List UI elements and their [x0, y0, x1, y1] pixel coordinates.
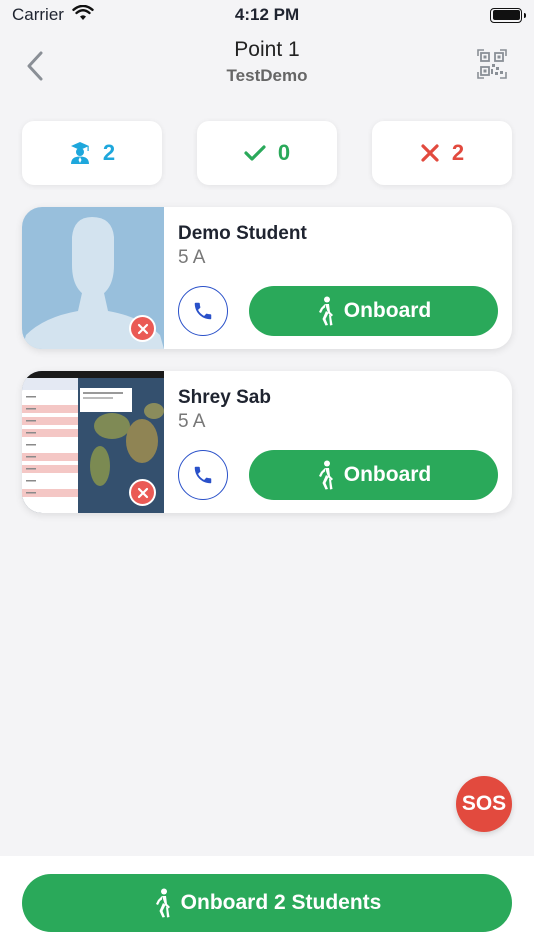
page-subtitle: TestDemo: [226, 66, 308, 85]
stat-absent-value: 2: [451, 140, 465, 165]
onboard-all-button[interactable]: Onboard 2 Students: [22, 874, 512, 932]
student-graduate-icon: [70, 142, 89, 164]
stats-row: 2 0 2: [22, 121, 512, 185]
student-name: Shrey Sab: [178, 387, 271, 408]
walking-icon: [318, 296, 333, 326]
onboard-label: Onboard: [343, 299, 432, 322]
onboard-button[interactable]: Onboard: [249, 450, 498, 500]
call-button[interactable]: [178, 450, 228, 500]
page-title: Point 1: [234, 38, 300, 61]
stat-absent[interactable]: 2: [372, 121, 512, 185]
student-name: Demo Student: [178, 223, 307, 244]
clock: 4:12 PM: [234, 5, 300, 24]
header: Point 1 TestDemo: [0, 36, 534, 96]
phone-icon: [194, 466, 212, 484]
stat-onboarded-value: 0: [277, 140, 291, 165]
walking-icon: [155, 888, 170, 918]
battery-icon: [490, 7, 526, 23]
status-left: Carrier: [12, 4, 162, 26]
onboard-button[interactable]: Onboard: [249, 286, 498, 336]
student-card: Demo Student 5 A Onboard: [22, 207, 512, 349]
wifi-icon: [72, 4, 94, 26]
phone-icon: [194, 302, 212, 320]
onboard-all-label: Onboard 2 Students: [180, 891, 382, 914]
checkmark-icon: [244, 145, 266, 161]
qr-code-icon: [477, 49, 507, 79]
student-class: 5 A: [178, 247, 206, 268]
call-button[interactable]: [178, 286, 228, 336]
sos-button[interactable]: SOS: [456, 776, 512, 832]
stat-total-value: 2: [102, 140, 116, 165]
remove-student-button[interactable]: [129, 479, 156, 506]
walking-icon: [318, 460, 333, 490]
status-right: [372, 7, 526, 23]
carrier-label: Carrier: [12, 5, 64, 24]
qr-scan-button[interactable]: [476, 48, 508, 80]
bottom-bar: Onboard 2 Students: [0, 856, 534, 950]
student-card: Shrey Sab 5 A Onboard: [22, 371, 512, 513]
remove-student-button[interactable]: [129, 315, 156, 342]
title-block: Point 1 TestDemo: [0, 38, 534, 86]
status-bar: Carrier 4:12 PM: [0, 0, 534, 30]
close-icon: [137, 487, 148, 498]
x-icon: [421, 144, 439, 162]
student-class: 5 A: [178, 411, 206, 432]
close-icon: [137, 323, 148, 334]
stat-onboarded[interactable]: 0: [197, 121, 337, 185]
stat-total-students[interactable]: 2: [22, 121, 162, 185]
onboard-label: Onboard: [343, 463, 432, 486]
